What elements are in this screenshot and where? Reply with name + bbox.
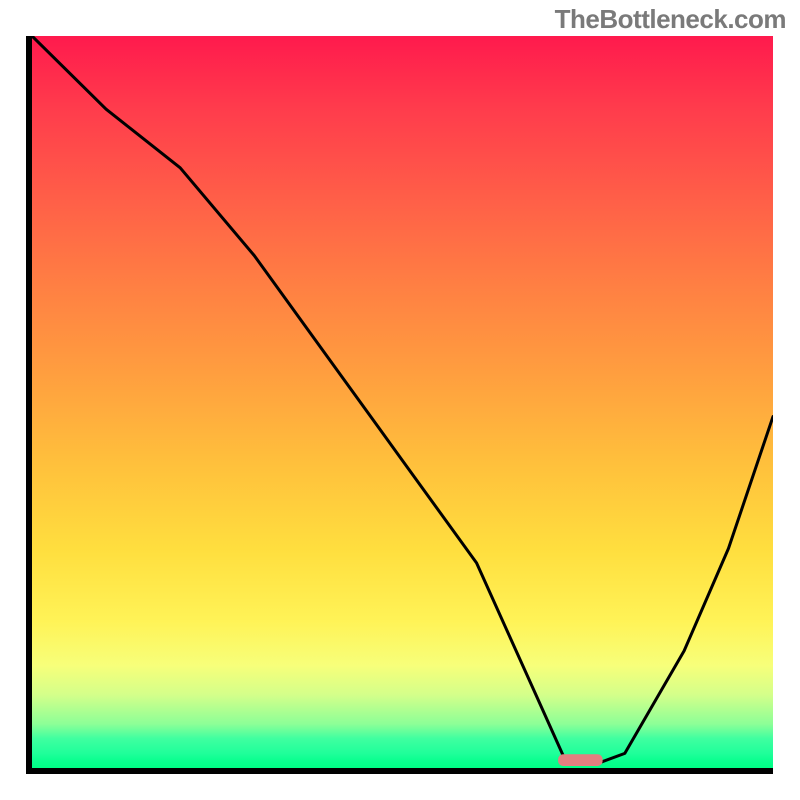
bottleneck-curve bbox=[32, 36, 773, 764]
watermark-text: TheBottleneck.com bbox=[555, 4, 786, 35]
minimum-marker-bar bbox=[558, 754, 603, 766]
chart-container: TheBottleneck.com bbox=[0, 0, 800, 800]
curve-svg bbox=[32, 36, 773, 768]
plot-area bbox=[26, 36, 773, 774]
